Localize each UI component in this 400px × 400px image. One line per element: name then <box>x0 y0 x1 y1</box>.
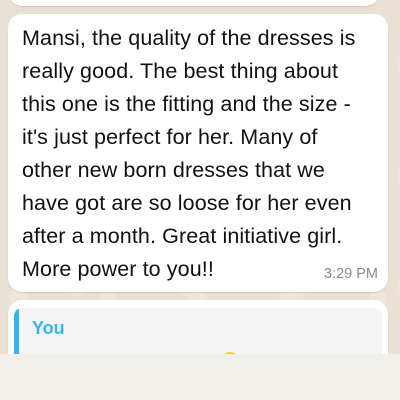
message-text: Mansi, the quality of the dresses is rea… <box>22 26 356 281</box>
incoming-message-bubble[interactable]: Mansi, the quality of the dresses is rea… <box>8 14 388 292</box>
message-timestamp: 3:29 PM <box>324 266 378 282</box>
previous-message-bubble <box>8 0 380 6</box>
quote-sender-name: You <box>32 318 65 338</box>
bottom-bar <box>0 354 400 400</box>
